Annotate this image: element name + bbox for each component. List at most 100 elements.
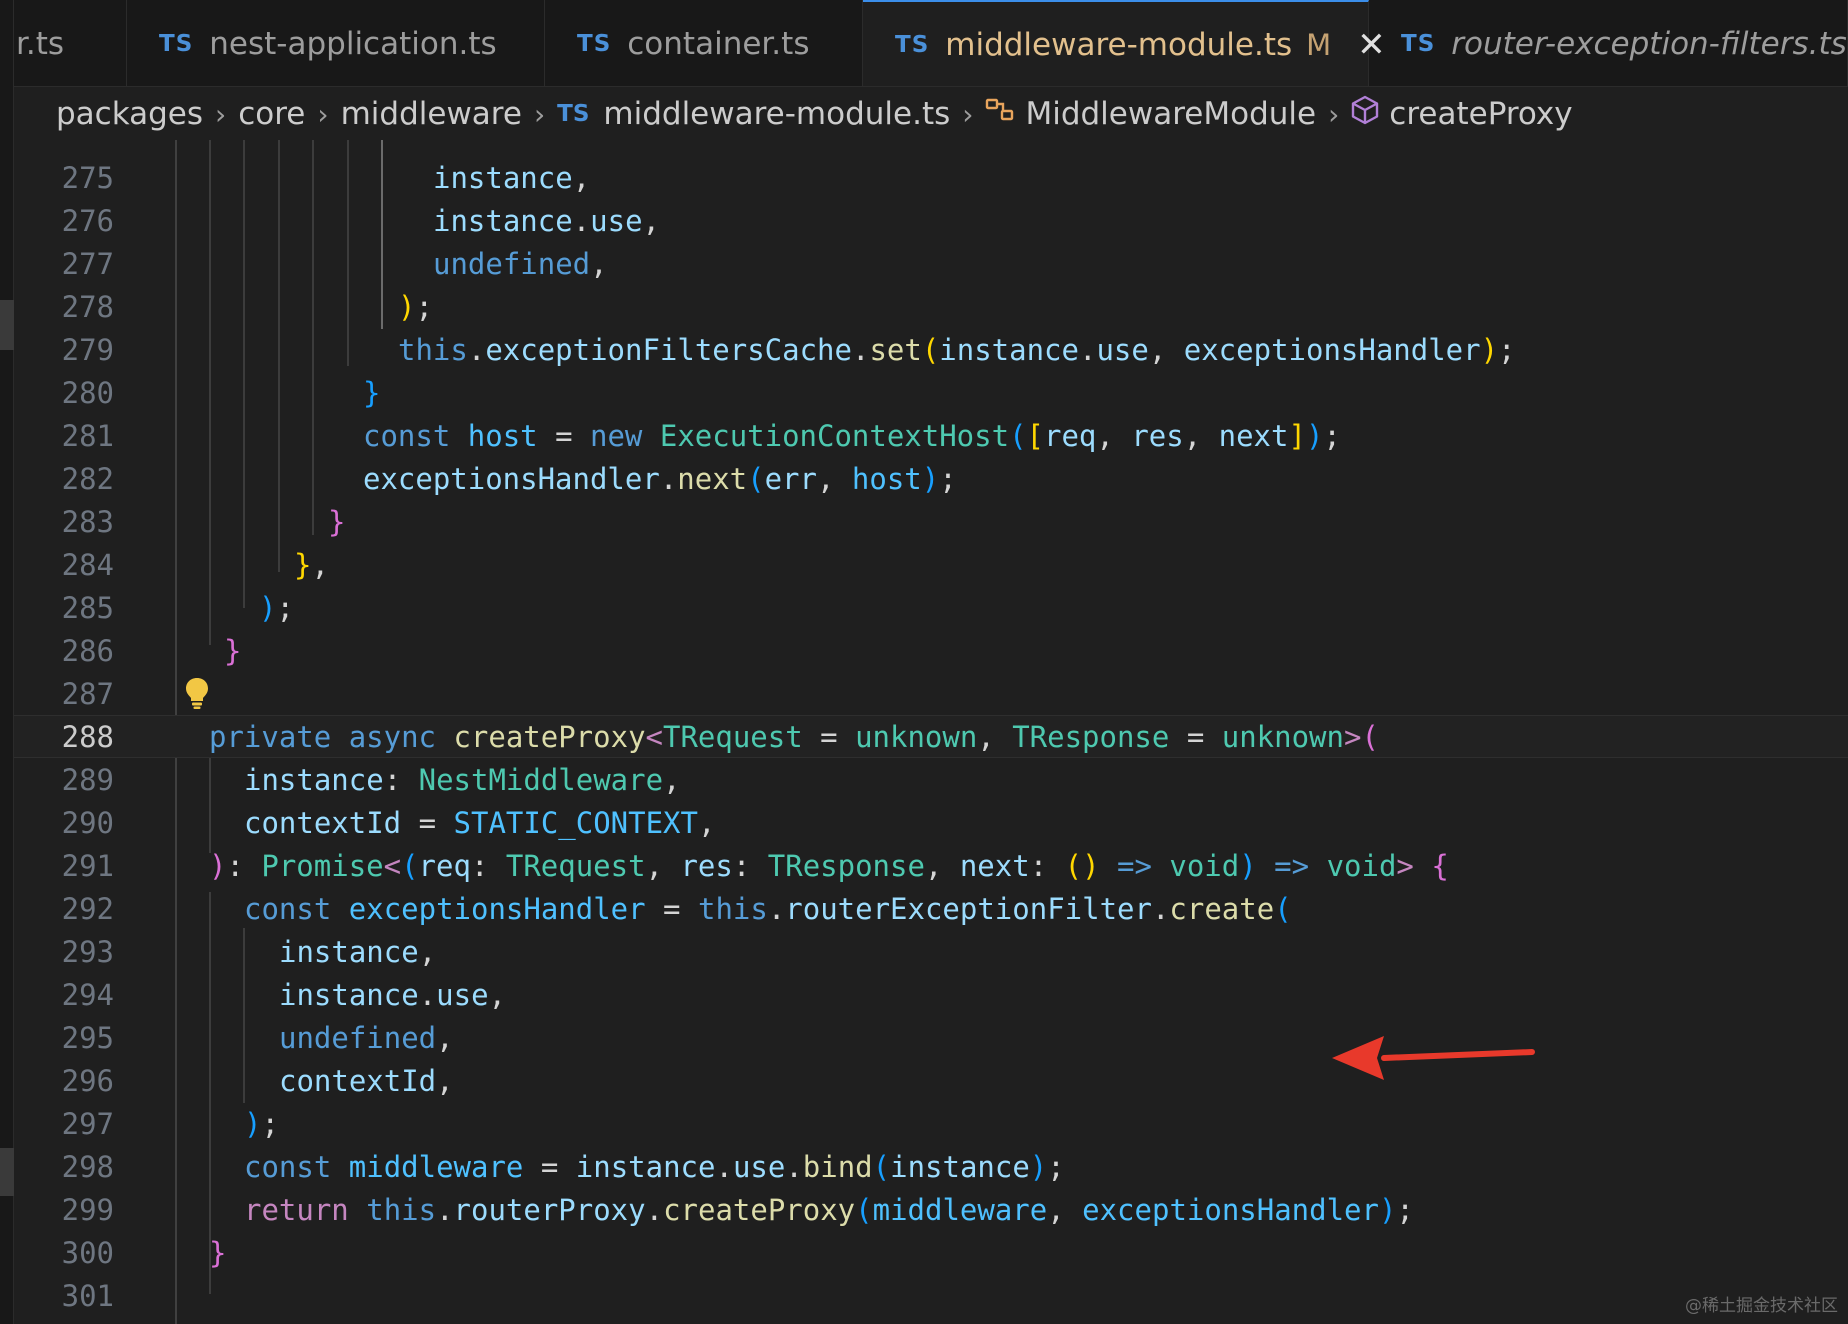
line-number: 301 xyxy=(61,1278,114,1313)
code-editor[interactable]: 275 instance, 276 instance.use, 277 unde… xyxy=(14,140,1848,1324)
line-number: 285 xyxy=(61,590,114,625)
breadcrumb-item-method[interactable]: createProxy xyxy=(1389,96,1572,132)
code-text: undefined, xyxy=(433,246,608,281)
line-number: 284 xyxy=(61,547,114,582)
code-line: 285 ); xyxy=(14,586,1848,629)
code-line: 282 exceptionsHandler.next(err, host); xyxy=(14,457,1848,500)
typescript-icon: TS xyxy=(159,30,194,57)
chevron-right-icon: › xyxy=(962,97,974,131)
code-line: 276 instance.use, xyxy=(14,199,1848,242)
line-number: 300 xyxy=(61,1235,114,1270)
line-number: 298 xyxy=(61,1149,114,1184)
activity-strip xyxy=(0,0,14,1324)
code-line: 296 contextId, xyxy=(14,1059,1848,1102)
lightbulb-icon[interactable] xyxy=(184,676,210,710)
code-line: 275 instance, xyxy=(14,156,1848,199)
tab-container[interactable]: TS container.ts xyxy=(545,0,863,86)
code-line: 284 }, xyxy=(14,543,1848,586)
code-text: } xyxy=(224,633,242,668)
code-line: 289 instance: NestMiddleware, xyxy=(14,758,1848,801)
line-number: 290 xyxy=(61,805,114,840)
code-text: } xyxy=(328,504,346,539)
line-number: 279 xyxy=(61,332,114,367)
tab-label: middleware-module.ts xyxy=(945,27,1293,63)
chevron-right-icon: › xyxy=(215,97,227,131)
code-text: const host = new ExecutionContextHost([r… xyxy=(363,418,1341,453)
line-number: 275 xyxy=(61,160,114,195)
line-number: 293 xyxy=(61,934,114,969)
editor-window: r.ts TS nest-application.ts TS container… xyxy=(0,0,1848,1324)
code-line: 299 return this.routerProxy.createProxy(… xyxy=(14,1188,1848,1231)
code-line-current: 288 private async createProxy<TRequest =… xyxy=(14,715,1848,758)
typescript-icon: TS xyxy=(577,30,612,57)
code-line: 281 const host = new ExecutionContextHos… xyxy=(14,414,1848,457)
code-line: 283 } xyxy=(14,500,1848,543)
scroll-marker xyxy=(0,300,14,350)
code-text: exceptionsHandler.next(err, host); xyxy=(363,461,957,496)
code-text: instance, xyxy=(433,160,591,195)
breadcrumb-item-middleware[interactable]: middleware xyxy=(341,96,522,132)
code-text: ); xyxy=(244,1106,279,1141)
code-text: contextId = STATIC_CONTEXT, xyxy=(244,805,716,840)
code-line: 300 } xyxy=(14,1231,1848,1274)
code-text: } xyxy=(209,1235,227,1270)
watermark: @稀土掘金技术社区 xyxy=(1685,1296,1838,1316)
tab-bar: r.ts TS nest-application.ts TS container… xyxy=(14,0,1848,87)
code-text: ); xyxy=(259,590,294,625)
line-number: 297 xyxy=(61,1106,114,1141)
code-text: } xyxy=(363,375,381,410)
line-number: 287 xyxy=(61,676,114,711)
chevron-right-icon: › xyxy=(1328,97,1340,131)
line-number: 281 xyxy=(61,418,114,453)
line-number: 294 xyxy=(61,977,114,1012)
code-text: instance, xyxy=(279,934,437,969)
line-number: 276 xyxy=(61,203,114,238)
code-line: 278 ); xyxy=(14,285,1848,328)
tab-label: router-exception-filters.ts xyxy=(1451,25,1847,62)
code-line: 277 undefined, xyxy=(14,242,1848,285)
chevron-right-icon: › xyxy=(317,97,329,131)
code-line: 286 } xyxy=(14,629,1848,672)
line-number: 280 xyxy=(61,375,114,410)
line-number: 292 xyxy=(61,891,114,926)
line-number: 289 xyxy=(61,762,114,797)
code-line: 297 ); xyxy=(14,1102,1848,1145)
chevron-right-icon: › xyxy=(533,97,546,131)
typescript-icon: TS xyxy=(557,101,590,127)
code-text: this.exceptionFiltersCache.set(instance.… xyxy=(398,332,1516,367)
tab-r-ts[interactable]: r.ts xyxy=(14,0,127,86)
breadcrumb-item-file[interactable]: middleware-module.ts xyxy=(603,96,950,132)
code-text: contextId, xyxy=(279,1063,454,1098)
code-text: const exceptionsHandler = this.routerExc… xyxy=(244,891,1292,926)
code-text: ); xyxy=(398,289,433,324)
line-number: 283 xyxy=(61,504,114,539)
code-text: }, xyxy=(294,547,329,582)
tab-nest-application[interactable]: TS nest-application.ts xyxy=(127,0,545,86)
typescript-icon: TS xyxy=(1401,30,1436,57)
line-number: 299 xyxy=(61,1192,114,1227)
code-text: const middleware = instance.use.bind(ins… xyxy=(244,1149,1065,1184)
breadcrumb-item-class[interactable]: MiddlewareModule xyxy=(1025,96,1316,132)
line-number: 277 xyxy=(61,246,114,281)
breadcrumb-item-core[interactable]: core xyxy=(238,96,305,132)
line-number: 286 xyxy=(61,633,114,668)
code-line: 294 instance.use, xyxy=(14,973,1848,1016)
tab-router-exception-filters[interactable]: TS router-exception-filters.ts xyxy=(1369,0,1848,86)
code-text: ): Promise<(req: TRequest, res: TRespons… xyxy=(209,848,1449,883)
class-icon xyxy=(985,96,1015,132)
breadcrumb-item-packages[interactable]: packages xyxy=(56,96,203,132)
red-arrow-annotation xyxy=(1332,1036,1535,1080)
code-line: 292 const exceptionsHandler = this.route… xyxy=(14,887,1848,930)
code-line: 287 xyxy=(14,672,1848,715)
line-number: 282 xyxy=(61,461,114,496)
tab-middleware-module[interactable]: TS middleware-module.ts M ✕ xyxy=(863,0,1386,86)
code-line: 295 undefined, xyxy=(14,1016,1848,1059)
code-line: 301 xyxy=(14,1274,1848,1317)
line-number: 288 xyxy=(61,719,114,754)
modified-indicator: M xyxy=(1306,28,1332,62)
code-line: 293 instance, xyxy=(14,930,1848,973)
line-number: 291 xyxy=(61,848,114,883)
code-line: 290 contextId = STATIC_CONTEXT, xyxy=(14,801,1848,844)
code-text: private async createProxy<TRequest = unk… xyxy=(209,719,1379,754)
method-icon xyxy=(1351,95,1379,133)
